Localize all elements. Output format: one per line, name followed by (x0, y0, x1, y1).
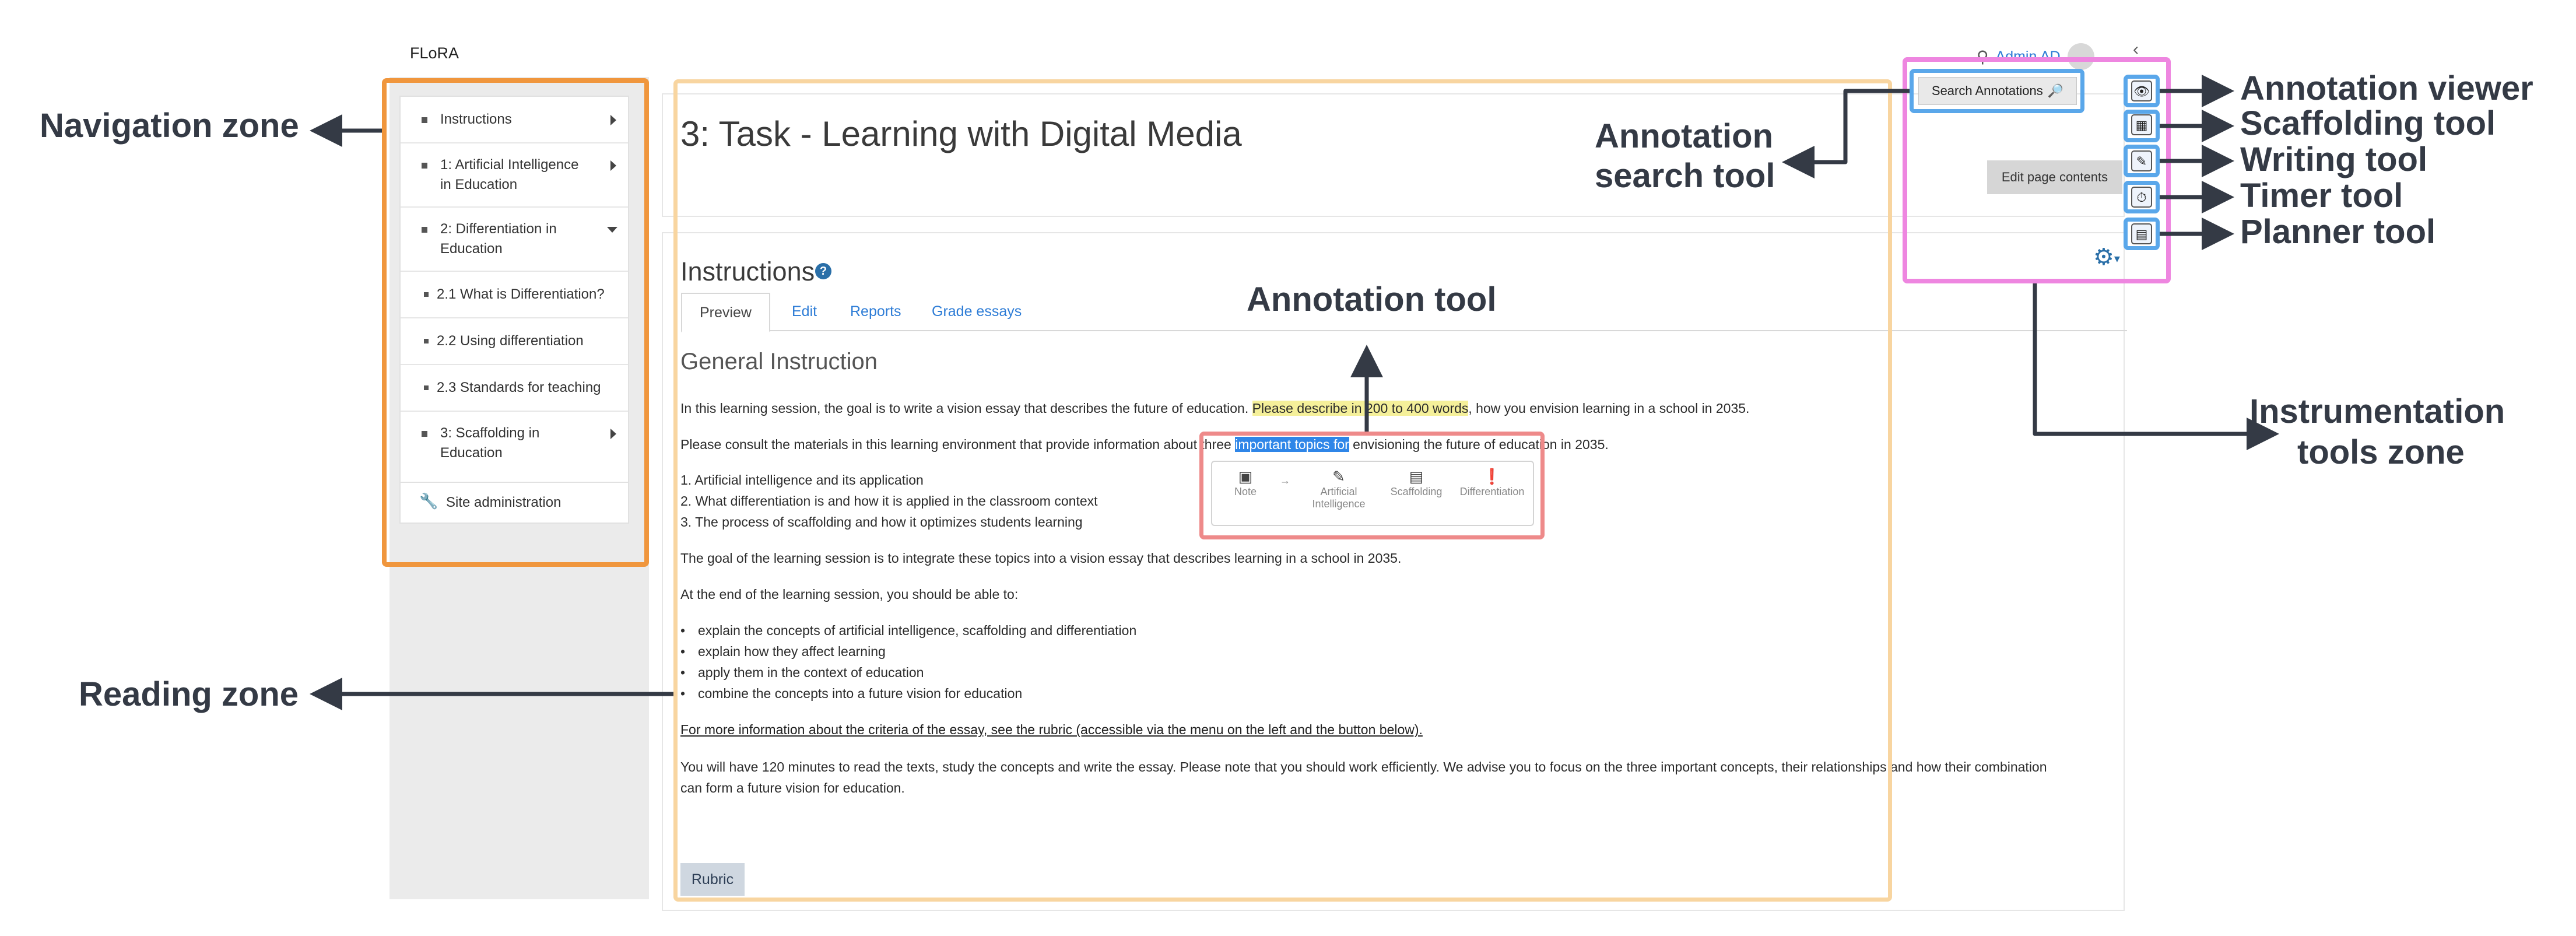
callout-arrows (310, 75, 2279, 710)
callout-instrumentation-line2: tools zone (2297, 433, 2465, 471)
callout-scaffolding-tool: Scaffolding tool (2240, 104, 2496, 142)
callout-annotation-search-line2: search tool (1595, 157, 1775, 195)
callout-annotation-search-line1: Annotation (1595, 117, 1774, 155)
callout-writing-tool: Writing tool (2240, 141, 2428, 178)
callout-annotation-viewer: Annotation viewer (2240, 69, 2533, 107)
callout-reading-zone: Reading zone (79, 675, 299, 713)
callout-planner-tool: Planner tool (2240, 213, 2436, 251)
callout-timer-tool: Timer tool (2240, 177, 2403, 215)
callout-instrumentation-line1: Instrumentation (2249, 392, 2505, 430)
callout-navigation-zone: Navigation zone (40, 107, 299, 145)
callout-annotation-tool: Annotation tool (1247, 281, 1497, 318)
